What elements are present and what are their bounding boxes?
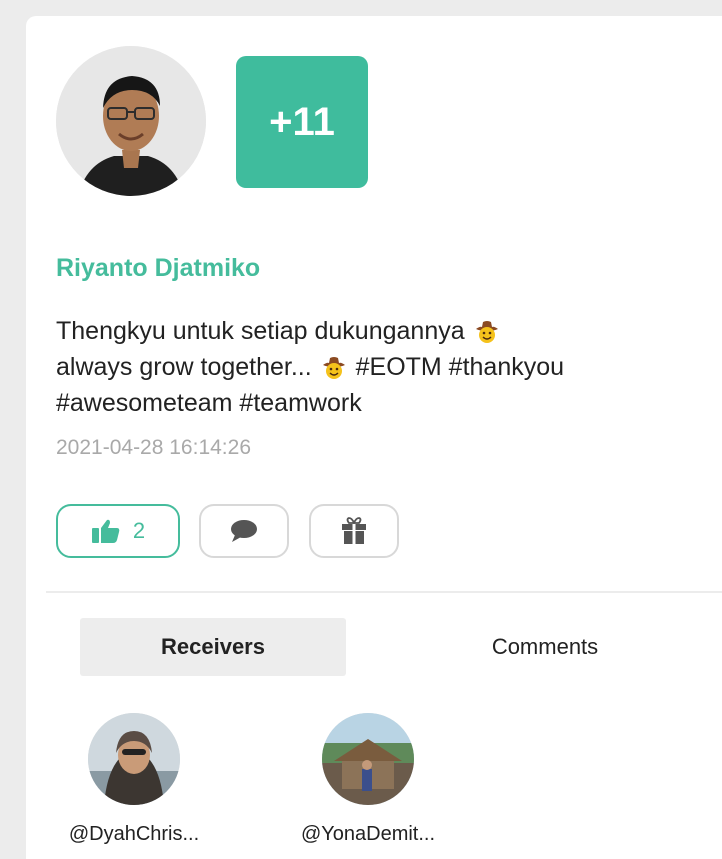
tab-comments[interactable]: Comments — [412, 618, 678, 676]
post-text-hashtags-2[interactable]: #awesometeam #teamwork — [56, 385, 686, 421]
post-card: +11 Riyanto Djatmiko Thengkyu untuk seti… — [26, 16, 722, 859]
speech-bubble-icon — [231, 520, 257, 542]
receiver-item[interactable]: @DyahChris... — [54, 713, 214, 846]
gift-button[interactable] — [309, 504, 399, 558]
author-name[interactable]: Riyanto Djatmiko — [56, 254, 260, 283]
post-timestamp: 2021-04-28 16:14:26 — [56, 436, 251, 459]
post-text-line-2a: always grow together... — [56, 353, 312, 381]
receiver-handle[interactable]: @YonaDemit... — [288, 823, 448, 846]
receiver-item[interactable]: @YonaDemit... — [288, 713, 448, 846]
comment-button[interactable] — [199, 504, 289, 558]
gift-icon — [342, 517, 366, 544]
more-receivers-badge[interactable]: +11 — [236, 56, 368, 188]
receiver-handle[interactable]: @DyahChris... — [54, 823, 214, 846]
author-avatar[interactable] — [56, 46, 206, 196]
cowboy-face-icon — [322, 357, 345, 379]
like-button[interactable]: 2 — [56, 504, 180, 558]
tab-receivers[interactable]: Receivers — [80, 618, 346, 676]
post-text: Thengkyu untuk setiap dukungannya always… — [56, 313, 686, 421]
thumbs-up-icon — [91, 519, 120, 543]
post-text-hashtags-1[interactable]: #EOTM #thankyou — [356, 353, 564, 381]
receiver-avatar[interactable] — [88, 713, 180, 805]
cowboy-face-icon — [475, 321, 498, 343]
receiver-avatar[interactable] — [322, 713, 414, 805]
post-text-line-1: Thengkyu untuk setiap dukungannya — [56, 317, 465, 345]
section-divider — [46, 591, 722, 593]
like-count: 2 — [132, 518, 146, 543]
